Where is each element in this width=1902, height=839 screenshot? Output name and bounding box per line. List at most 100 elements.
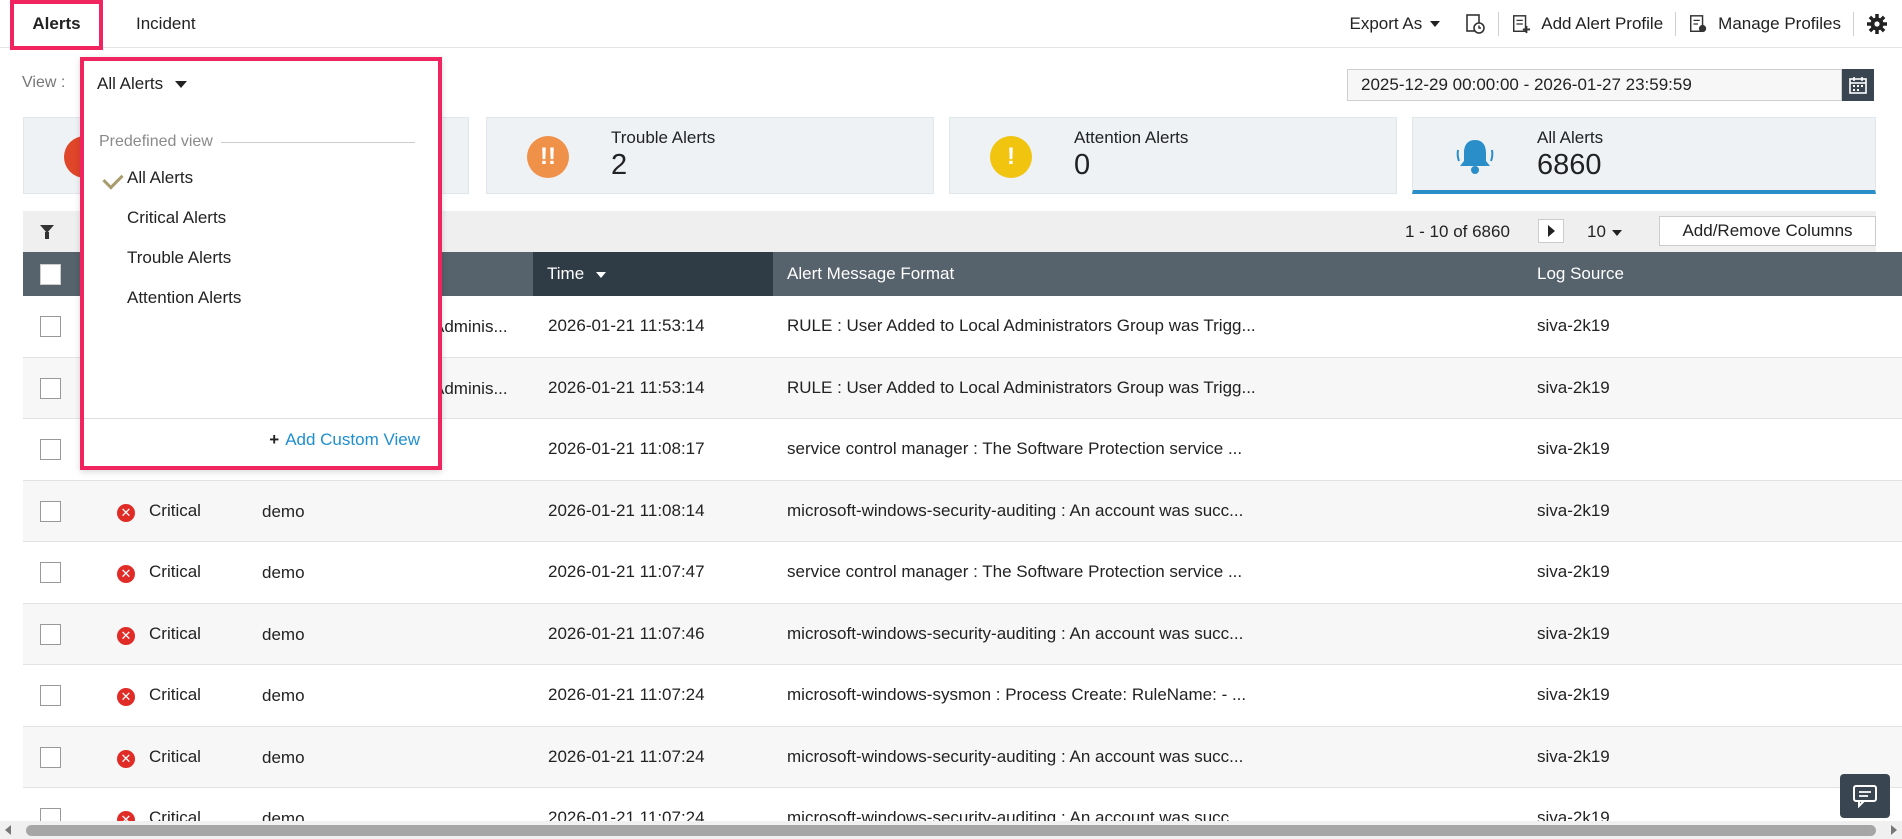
view-select[interactable]: All Alerts: [84, 61, 214, 107]
filter-icon[interactable]: [40, 225, 54, 239]
calendar-icon: [1849, 77, 1867, 94]
time-cell: 2026-01-21 11:08:17: [548, 439, 705, 458]
message-cell[interactable]: microsoft-windows-security-auditing : An…: [787, 624, 1243, 644]
device-cell: demo: [262, 624, 305, 644]
manage-profiles-icon: [1690, 15, 1707, 33]
sort-desc-icon: [596, 271, 607, 278]
time-cell: 2026-01-21 11:08:14: [548, 500, 705, 520]
trouble-alerts-card[interactable]: !! Trouble Alerts 2: [486, 117, 934, 194]
calendar-button[interactable]: [1842, 69, 1874, 101]
scroll-left-icon[interactable]: [5, 825, 11, 835]
column-time-label: Time: [547, 264, 585, 283]
card-title: Trouble Alerts: [611, 128, 716, 147]
card-title: All Alerts: [1537, 128, 1604, 147]
scrollbar-thumb[interactable]: [26, 825, 1876, 836]
column-message[interactable]: Alert Message Format: [787, 252, 954, 296]
menu-item-trouble-alerts[interactable]: Trouble Alerts: [127, 248, 231, 268]
source-cell: siva-2k19: [1537, 316, 1610, 335]
chevron-down-icon: [1611, 229, 1622, 236]
device-cell: demo: [262, 563, 305, 582]
severity-cell: Critical: [149, 623, 201, 643]
pager-info: 1 - 10 of 6860: [1405, 222, 1510, 241]
message-cell[interactable]: RULE : User Added to Local Administrator…: [787, 316, 1256, 336]
manage-profiles-button[interactable]: Manage Profiles: [1676, 0, 1853, 48]
source-cell: siva-2k19: [1537, 562, 1610, 581]
time-cell: 2026-01-21 11:07:47: [548, 562, 705, 581]
card-count: 0: [1074, 149, 1091, 181]
table-row[interactable]: ✕ Critical demo 2026-01-21 11:08:14 micr…: [23, 480, 1902, 542]
column-source[interactable]: Log Source: [1537, 252, 1624, 296]
export-as-label: Export As: [1349, 14, 1423, 33]
next-page-button[interactable]: [1538, 219, 1564, 243]
chevron-down-icon: [175, 80, 188, 88]
device-cell: Adminis...: [433, 317, 508, 336]
table-row[interactable]: ✕ Critical demo 2026-01-21 11:07:24 micr…: [23, 665, 1902, 727]
card-count: 6860: [1537, 149, 1602, 181]
row-checkbox[interactable]: [40, 746, 61, 768]
time-cell: 2026-01-21 11:53:14: [548, 316, 705, 335]
top-bar: Alerts Incident Export As Add Alert Prof…: [0, 0, 1902, 50]
dropdown-section-header: Predefined view: [99, 133, 415, 151]
add-custom-view-label: Add Custom View: [285, 430, 420, 449]
scroll-right-icon[interactable]: [1891, 825, 1897, 835]
row-checkbox[interactable]: [40, 623, 61, 645]
view-select-value: All Alerts: [97, 74, 164, 93]
row-checkbox[interactable]: [40, 685, 61, 706]
plus-icon: +: [269, 430, 280, 449]
tab-incident[interactable]: Incident: [136, 0, 196, 48]
checkmark-icon: [102, 168, 124, 190]
divider: [220, 141, 415, 143]
row-checkbox[interactable]: [40, 500, 61, 522]
chat-icon: [1853, 785, 1877, 808]
view-label: View :: [22, 74, 66, 91]
per-page-value: 10: [1587, 222, 1606, 241]
schedule-report-icon: [1466, 14, 1486, 34]
row-checkbox[interactable]: [40, 439, 61, 460]
severity-cell: Critical: [149, 685, 201, 704]
table-row[interactable]: ✕ Critical demo 2026-01-21 11:07:46 micr…: [23, 603, 1902, 665]
critical-x-icon: ✕: [117, 749, 135, 768]
settings-button[interactable]: [1854, 0, 1902, 48]
per-page-select[interactable]: 10: [1587, 222, 1622, 242]
select-all-checkbox[interactable]: [40, 264, 61, 285]
critical-x-icon: ✕: [117, 626, 135, 645]
export-as-button[interactable]: Export As: [1337, 0, 1452, 48]
manage-profiles-label: Manage Profiles: [1718, 14, 1841, 33]
menu-item-all-alerts[interactable]: All Alerts: [127, 168, 193, 188]
attention-icon: !: [990, 136, 1032, 178]
column-time[interactable]: Time: [533, 252, 773, 296]
message-cell[interactable]: RULE : User Added to Local Administrator…: [787, 378, 1256, 398]
schedule-report-button[interactable]: [1452, 0, 1498, 48]
all-alerts-card[interactable]: All Alerts 6860: [1412, 117, 1876, 194]
chat-button[interactable]: [1840, 774, 1890, 818]
critical-x-icon: ✕: [117, 565, 135, 583]
table-row[interactable]: ✕ Critical demo 2026-01-21 11:07:24 micr…: [23, 726, 1902, 788]
add-remove-columns-button[interactable]: Add/Remove Columns: [1659, 216, 1876, 246]
row-checkbox[interactable]: [40, 562, 61, 583]
row-checkbox[interactable]: [40, 377, 61, 399]
row-checkbox[interactable]: [40, 316, 61, 337]
tab-alerts[interactable]: Alerts: [10, 0, 103, 50]
add-custom-view-link[interactable]: + Add Custom View: [269, 430, 420, 450]
device-cell: Adminis...: [433, 378, 508, 398]
section-label: Predefined view: [99, 133, 213, 150]
menu-item-attention-alerts[interactable]: Attention Alerts: [127, 288, 241, 308]
message-cell[interactable]: service control manager : The Software P…: [787, 439, 1242, 459]
message-cell[interactable]: service control manager : The Software P…: [787, 562, 1242, 582]
message-cell[interactable]: microsoft-windows-security-auditing : An…: [787, 747, 1243, 767]
attention-alerts-card[interactable]: ! Attention Alerts 0: [949, 117, 1397, 194]
severity-cell: Critical: [149, 746, 201, 766]
severity-cell: Critical: [149, 500, 201, 520]
message-cell[interactable]: microsoft-windows-sysmon : Process Creat…: [787, 685, 1246, 705]
device-cell: demo: [262, 501, 305, 521]
add-alert-profile-button[interactable]: Add Alert Profile: [1499, 0, 1675, 48]
horizontal-scrollbar[interactable]: [0, 821, 1902, 839]
source-cell: siva-2k19: [1537, 377, 1610, 397]
view-dropdown: All Alerts Predefined view All Alerts Cr…: [80, 57, 442, 470]
message-cell[interactable]: microsoft-windows-security-auditing : An…: [787, 501, 1243, 521]
critical-x-icon: ✕: [117, 503, 135, 522]
table-row[interactable]: ✕ Critical demo 2026-01-21 11:07:47 serv…: [23, 542, 1902, 604]
chevron-down-icon: [1430, 21, 1441, 27]
date-range-input[interactable]: 2025-12-29 00:00:00 - 2026-01-27 23:59:5…: [1347, 69, 1842, 101]
menu-item-critical-alerts[interactable]: Critical Alerts: [127, 208, 226, 228]
